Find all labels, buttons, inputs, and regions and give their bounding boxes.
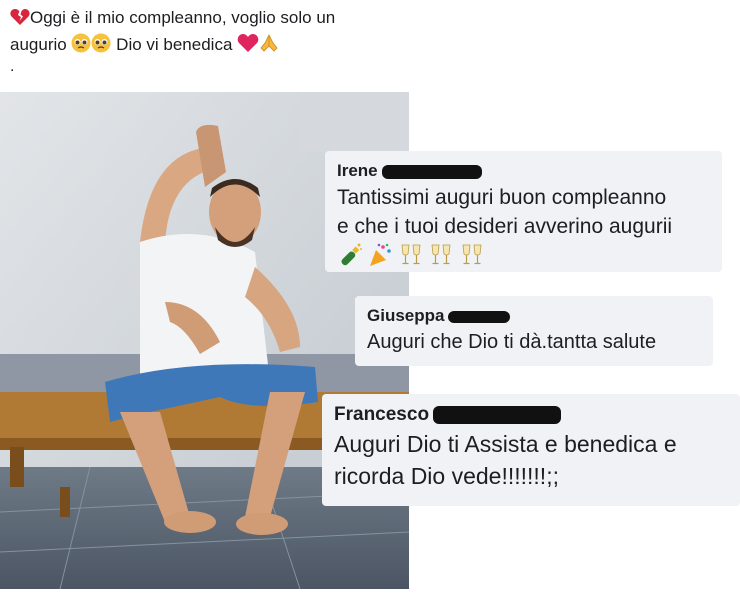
comment-author-name[interactable]: Francesco xyxy=(334,404,429,425)
post-line-2-text-a: augurio xyxy=(10,35,72,54)
pleading-face-icon xyxy=(71,33,91,53)
post-line-1: Oggi è il mio compleanno, voglio solo un xyxy=(10,4,430,31)
comment-emoji-row xyxy=(337,242,710,268)
comment-irene[interactable]: Irene Tantissimi auguri buon compleanno … xyxy=(325,151,722,272)
broken-heart-icon xyxy=(10,9,30,25)
pleading-face-icon xyxy=(91,33,111,53)
post-line-1-text: Oggi è il mio compleanno, voglio solo un xyxy=(30,8,336,27)
comment-francesco[interactable]: Francesco Auguri Dio ti Assista e benedi… xyxy=(322,394,740,506)
folded-hands-icon xyxy=(260,34,278,52)
post-line-2: augurio Dio vi benedica xyxy=(10,31,430,58)
redacted-surname xyxy=(433,405,562,424)
comment-text-line: ricorda Dio vede!!!!!!!;; xyxy=(334,463,559,489)
comment-author[interactable]: Irene xyxy=(337,159,710,183)
red-heart-icon xyxy=(237,34,259,52)
comment-text-line: Auguri che Dio ti dà.tantta salute xyxy=(367,331,657,353)
post-text: Oggi è il mio compleanno, voglio solo un… xyxy=(10,4,430,76)
comment-author-name[interactable]: Irene xyxy=(337,161,378,180)
comment-text-line: Tantissimi auguri buon compleanno xyxy=(337,186,667,209)
redacted-surname xyxy=(381,164,482,179)
comment-author[interactable]: Francesco xyxy=(334,402,728,428)
clinking-glasses-icon xyxy=(462,244,482,265)
comment-text-line: Auguri Dio ti Assista e benedica e xyxy=(334,431,677,457)
comment-text-line: e che i tuoi desideri avverino augurii xyxy=(337,215,673,238)
clinking-glasses-icon xyxy=(401,244,421,265)
clinking-glasses-icon xyxy=(431,244,451,265)
comment-author[interactable]: Giuseppa xyxy=(367,304,701,328)
champagne-icon xyxy=(341,243,362,266)
post-line-2-text-b: Dio vi benedica xyxy=(111,35,238,54)
redacted-surname xyxy=(448,310,511,323)
comment-author-name[interactable]: Giuseppa xyxy=(367,306,444,325)
comment-giuseppa[interactable]: Giuseppa Auguri che Dio ti dà.tantta sal… xyxy=(355,296,713,366)
post-line-3: . xyxy=(10,58,15,75)
party-popper-icon xyxy=(370,243,392,266)
